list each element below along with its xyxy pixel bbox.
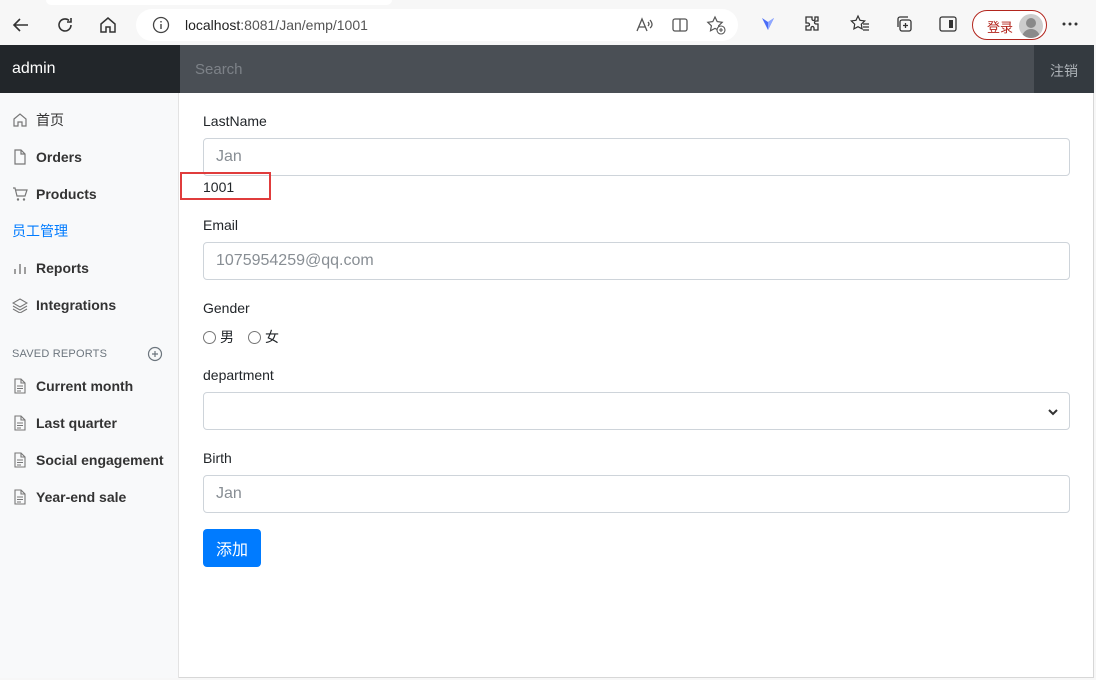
sidebar-item-label: Reports <box>36 260 89 276</box>
email-input[interactable] <box>203 242 1070 280</box>
saved-report-last-quarter[interactable]: Last quarter <box>12 412 117 434</box>
sidebar-item-label: 员工管理 <box>12 223 68 239</box>
search-input[interactable] <box>180 45 1034 93</box>
extensions-icon[interactable] <box>800 12 824 36</box>
gender-radio-group: 男 女 <box>203 327 293 347</box>
department-label: department <box>203 367 274 383</box>
signout-link[interactable]: 注销 <box>1050 61 1078 81</box>
saved-report-label: Social engagement <box>36 452 164 468</box>
lastname-label: LastName <box>203 113 267 129</box>
sidebar-item-products[interactable]: Products <box>12 183 97 205</box>
sidebar: 首页 Orders Products 员工管理 Reports Integrat… <box>0 93 179 678</box>
top-navbar: admin 注销 <box>0 45 1094 93</box>
info-icon[interactable] <box>152 16 170 37</box>
saved-report-label: Year-end sale <box>36 489 127 505</box>
sidebar-item-orders[interactable]: Orders <box>12 146 82 168</box>
email-label: Email <box>203 217 239 233</box>
add-favorite-icon[interactable] <box>706 15 726 35</box>
birth-input[interactable] <box>203 475 1070 513</box>
sidebar-item-home[interactable]: 首页 <box>12 109 64 131</box>
sidebar-toggle-icon[interactable] <box>936 12 960 36</box>
file-text-icon <box>12 452 28 468</box>
sidebar-item-label: Products <box>36 186 97 202</box>
add-report-icon[interactable] <box>147 346 163 362</box>
collections-icon[interactable] <box>892 12 916 36</box>
add-button[interactable]: 添加 <box>203 529 261 567</box>
saved-report-label: Last quarter <box>36 415 117 431</box>
sidebar-item-integrations[interactable]: Integrations <box>12 294 116 316</box>
gender-option-label[interactable]: 女 <box>265 327 279 347</box>
login-label: 登录 <box>987 20 1014 35</box>
gender-radio-male[interactable] <box>203 330 216 344</box>
active-tab[interactable] <box>46 0 392 5</box>
back-icon[interactable] <box>6 10 36 40</box>
file-text-icon <box>12 378 28 394</box>
file-text-icon <box>12 415 28 431</box>
sidebar-item-employees[interactable]: 员工管理 <box>12 220 68 242</box>
refresh-icon[interactable] <box>50 10 80 40</box>
sidebar-item-reports[interactable]: Reports <box>12 257 89 279</box>
url-text[interactable]: localhost:8081/Jan/emp/1001 <box>185 17 368 33</box>
login-button[interactable]: 登录 <box>972 10 1047 40</box>
url-path: :8081/Jan/emp/1001 <box>240 17 368 33</box>
file-text-icon <box>12 489 28 505</box>
home-icon <box>12 112 28 128</box>
department-select[interactable] <box>203 392 1070 430</box>
sidebar-item-label: 首页 <box>36 112 64 128</box>
saved-report-year-end-sale[interactable]: Year-end sale <box>12 486 126 508</box>
brand-title[interactable]: admin <box>0 45 180 93</box>
bar-chart-icon <box>12 260 28 276</box>
chevron-down-icon <box>1047 405 1059 417</box>
employee-id-text: 1001 <box>203 179 235 195</box>
extension-logo-icon[interactable] <box>756 12 780 36</box>
favorites-icon[interactable] <box>848 12 872 36</box>
gender-label: Gender <box>203 300 250 316</box>
file-icon <box>12 149 28 165</box>
address-bar[interactable]: localhost:8081/Jan/emp/1001 <box>136 9 738 41</box>
read-aloud-icon[interactable] <box>634 15 654 35</box>
birth-label: Birth <box>203 450 232 466</box>
saved-report-label: Current month <box>36 378 134 394</box>
saved-reports-heading: SAVED REPORTS <box>12 348 108 360</box>
split-screen-icon[interactable] <box>670 15 690 35</box>
home-browser-icon[interactable] <box>93 10 123 40</box>
gender-option-label[interactable]: 男 <box>220 327 234 347</box>
profile-avatar-icon <box>1019 14 1043 38</box>
saved-report-social-engagement[interactable]: Social engagement <box>12 449 164 471</box>
sidebar-item-label: Integrations <box>36 297 117 313</box>
layers-icon <box>12 297 28 313</box>
cart-icon <box>12 186 28 202</box>
more-menu-icon[interactable] <box>1058 12 1082 36</box>
url-host: localhost <box>185 17 241 33</box>
browser-toolbar: localhost:8081/Jan/emp/1001 登录 <box>0 0 1096 45</box>
gender-radio-female[interactable] <box>248 330 261 344</box>
app-window: admin 注销 首页 Orders Products 员工管理 Reports… <box>0 45 1094 678</box>
saved-report-current-month[interactable]: Current month <box>12 375 133 397</box>
lastname-input[interactable] <box>203 138 1070 176</box>
sidebar-item-label: Orders <box>36 149 82 165</box>
